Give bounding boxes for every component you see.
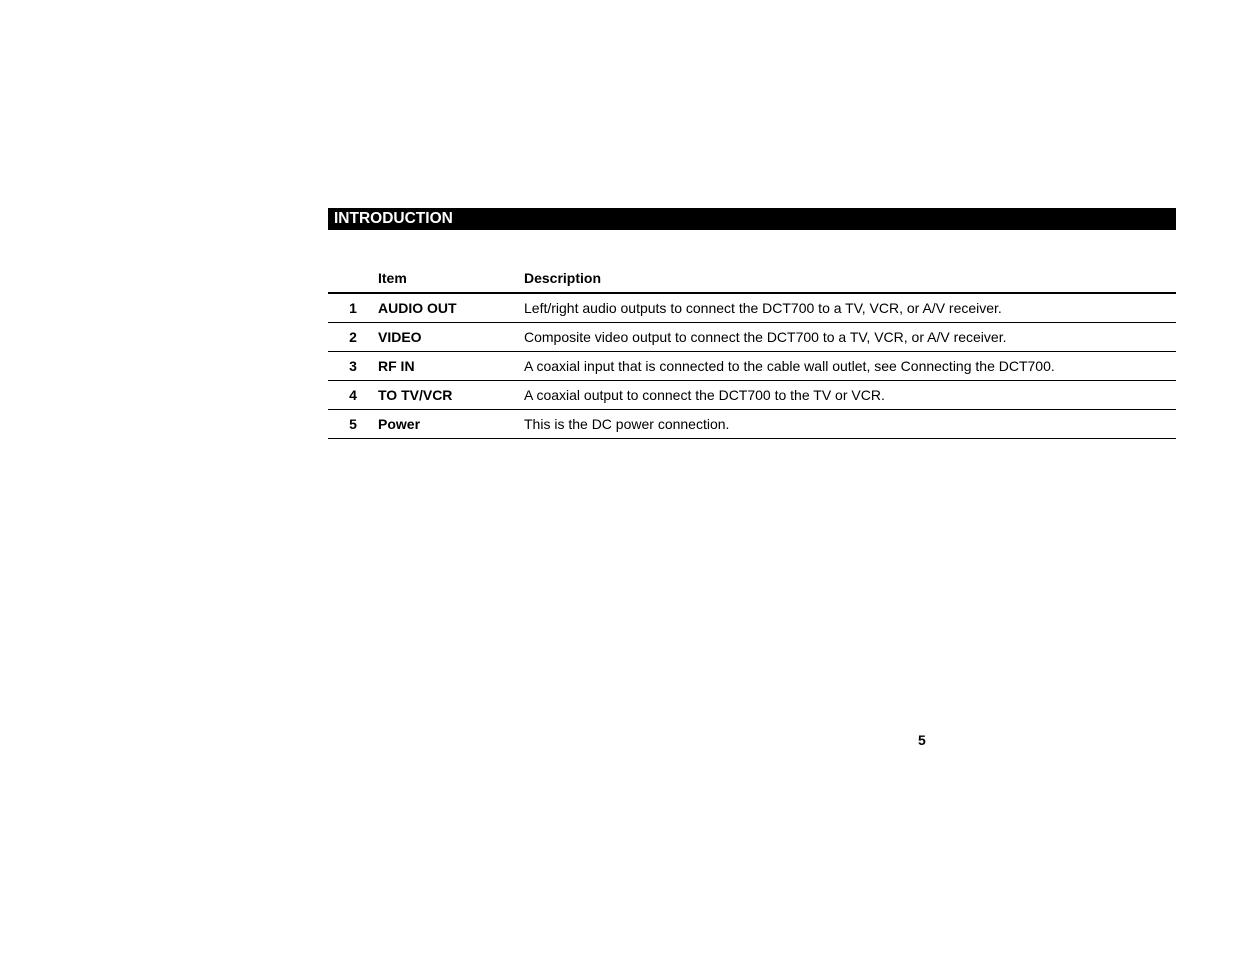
row-item: AUDIO OUT xyxy=(378,293,524,323)
row-description: This is the DC power connection. xyxy=(524,410,1176,439)
table-header-row: Item Description xyxy=(328,262,1176,293)
row-description: Left/right audio outputs to connect the … xyxy=(524,293,1176,323)
section-header-bar: INTRODUCTION xyxy=(328,208,1176,230)
row-num: 1 xyxy=(328,293,378,323)
table-row: 2 VIDEO Composite video output to connec… xyxy=(328,323,1176,352)
table-header-num xyxy=(328,262,378,293)
row-description: Composite video output to connect the DC… xyxy=(524,323,1176,352)
table-row: 4 TO TV/VCR A coaxial output to connect … xyxy=(328,381,1176,410)
table-row: 5 Power This is the DC power connection. xyxy=(328,410,1176,439)
document-page: INTRODUCTION Item Description 1 AUDIO OU… xyxy=(328,208,1176,439)
row-num: 3 xyxy=(328,352,378,381)
row-item: RF IN xyxy=(378,352,524,381)
table-row: 1 AUDIO OUT Left/right audio outputs to … xyxy=(328,293,1176,323)
row-item: VIDEO xyxy=(378,323,524,352)
row-description: A coaxial input that is connected to the… xyxy=(524,352,1176,381)
page-number: 5 xyxy=(918,732,926,748)
table-header-item: Item xyxy=(378,262,524,293)
row-item: Power xyxy=(378,410,524,439)
table-row: 3 RF IN A coaxial input that is connecte… xyxy=(328,352,1176,381)
row-num: 5 xyxy=(328,410,378,439)
table-header-description: Description xyxy=(524,262,1176,293)
row-item: TO TV/VCR xyxy=(378,381,524,410)
row-num: 4 xyxy=(328,381,378,410)
row-num: 2 xyxy=(328,323,378,352)
section-title: INTRODUCTION xyxy=(328,210,453,228)
rear-panel-table: Item Description 1 AUDIO OUT Left/right … xyxy=(328,262,1176,439)
row-description: A coaxial output to connect the DCT700 t… xyxy=(524,381,1176,410)
